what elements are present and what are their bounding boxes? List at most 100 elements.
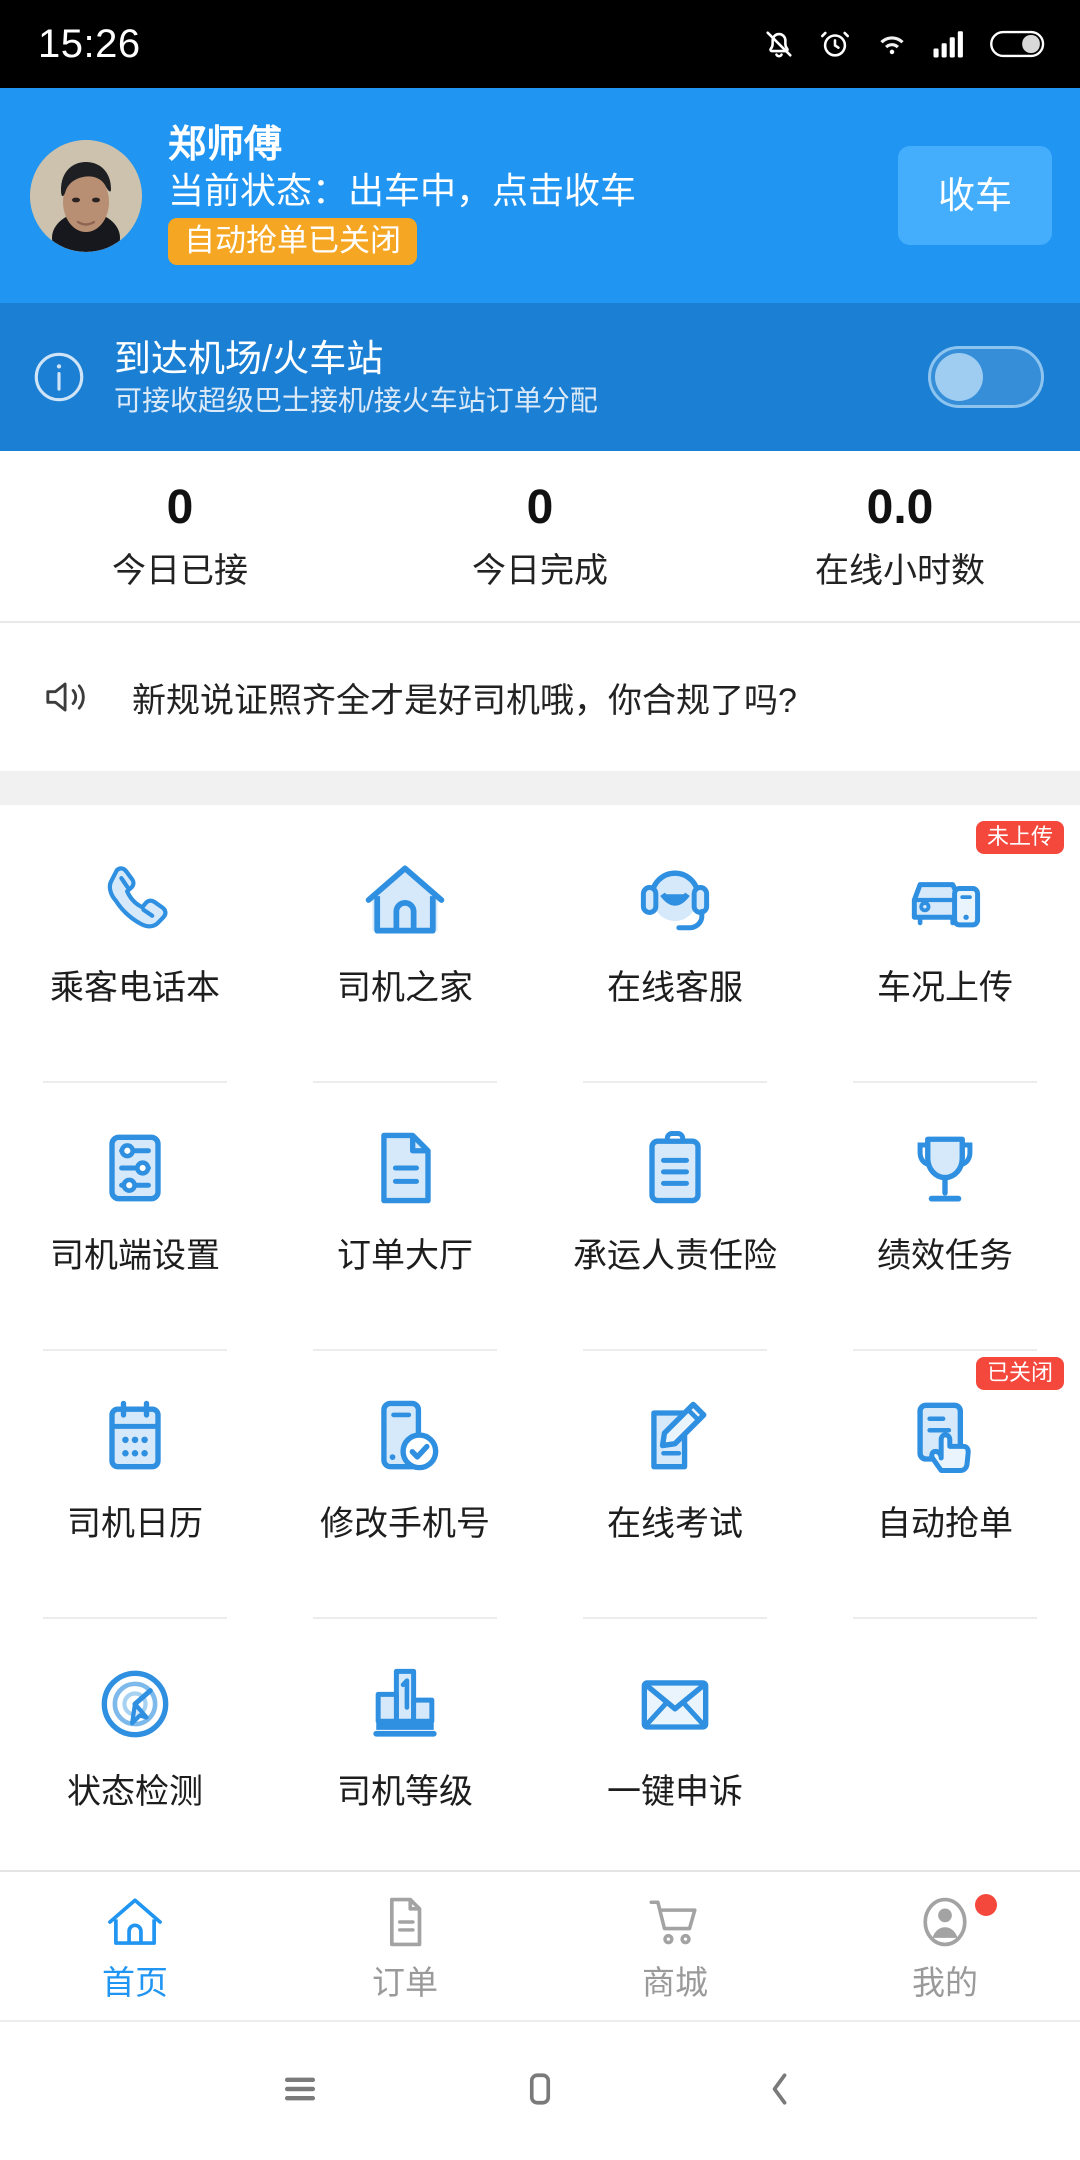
avatar-photo: [30, 139, 142, 252]
grid-item-online-service[interactable]: 在线客服: [540, 815, 810, 1083]
avatar[interactable]: [30, 139, 142, 252]
grid-item-label: 自动抢单: [877, 1505, 1013, 1543]
bell-muted-icon: [762, 27, 796, 61]
android-navigation-bar: [0, 2020, 1080, 2160]
grid-item-online-exam[interactable]: 在线考试: [540, 1351, 810, 1619]
home-icon: [359, 847, 451, 953]
driver-name: 郑师傅: [168, 124, 283, 166]
tab-label: 首页: [102, 1964, 168, 2001]
bottom-tab-bar: 首页 订单 商城 我的: [0, 1870, 1080, 2020]
grid-item-vehicle-condition-upload[interactable]: 未上传 车况上传: [810, 815, 1080, 1083]
grid-item-label: 车况上传: [877, 969, 1013, 1007]
tab-mall[interactable]: 商城: [540, 1872, 810, 2020]
stat-label: 今日已接: [112, 552, 248, 590]
recents-icon[interactable]: [278, 2067, 322, 2116]
grid-item-empty: [810, 1619, 1080, 1870]
document-icon: [373, 1893, 437, 1956]
grid-item-label: 一键申诉: [607, 1773, 743, 1811]
grid-item-label: 绩效任务: [877, 1237, 1013, 1275]
section-divider: [0, 771, 1080, 805]
grid-item-driver-level[interactable]: 司机等级: [270, 1619, 540, 1870]
notification-dot: [975, 1894, 997, 1916]
tab-orders[interactable]: 订单: [270, 1872, 540, 2020]
status-bar-icons: [762, 27, 1046, 61]
info-icon[interactable]: [28, 348, 90, 406]
grid-item-driver-home[interactable]: 司机之家: [270, 815, 540, 1083]
driver-info: 郑师傅 当前状态：出车中，点击收车 自动抢单已关闭: [168, 126, 886, 265]
calendar-icon: [89, 1383, 181, 1489]
announcement-text: 新规说证照齐全才是好司机哦，你合规了吗?: [132, 681, 797, 720]
headset-icon: [629, 847, 721, 953]
driver-status-text[interactable]: 当前状态：出车中，点击收车: [168, 173, 886, 209]
grid-item-label: 乘客电话本: [50, 969, 220, 1007]
grid-item-order-hall[interactable]: 订单大厅: [270, 1083, 540, 1351]
driver-header: 郑师傅 当前状态：出车中，点击收车 自动抢单已关闭 收车: [0, 88, 1080, 303]
back-chevron-icon[interactable]: [758, 2067, 802, 2116]
feature-grid-container: 乘客电话本 司机之家 在线客服 未上传 车况上传 司机端设置 订单大厅 承运人责…: [0, 805, 1080, 1870]
radar-touch-icon: [89, 1651, 181, 1757]
grid-item-auto-grab-order[interactable]: 已关闭 自动抢单: [810, 1351, 1080, 1619]
phone-check-icon: [359, 1383, 451, 1489]
grid-item-label: 在线客服: [607, 969, 743, 1007]
airport-order-toggle[interactable]: [928, 346, 1044, 408]
grid-item-driver-calendar[interactable]: 司机日历: [0, 1351, 270, 1619]
banner-title: 到达机场/火车站: [114, 337, 384, 379]
signal-bars-icon: [932, 29, 968, 59]
airport-station-banner: 到达机场/火车站 可接收超级巴士接机/接火车站订单分配: [0, 303, 1080, 451]
podium-icon: [359, 1651, 451, 1757]
grid-item-status-detection[interactable]: 状态检测: [0, 1619, 270, 1870]
grid-item-passenger-phonebook[interactable]: 乘客电话本: [0, 815, 270, 1083]
cart-icon: [643, 1893, 707, 1956]
edit-pencil-icon: [629, 1383, 721, 1489]
grid-item-change-phone-number[interactable]: 修改手机号: [270, 1351, 540, 1619]
grid-item-label: 司机端设置: [50, 1237, 220, 1275]
grid-item-label: 在线考试: [607, 1505, 743, 1543]
grid-item-label: 订单大厅: [337, 1237, 473, 1275]
phone-icon: [89, 847, 181, 953]
stat-label: 在线小时数: [815, 552, 985, 590]
status-badge: 未上传: [975, 821, 1064, 854]
status-badge: 已关闭: [975, 1357, 1064, 1390]
sliders-icon: [89, 1115, 181, 1221]
home-icon: [103, 1893, 167, 1956]
announcement-bar[interactable]: 新规说证照齐全才是好司机哦，你合规了吗?: [0, 623, 1080, 771]
clipboard-icon: [629, 1115, 721, 1221]
battery-icon: [990, 29, 1046, 59]
grid-item-label: 司机日历: [67, 1505, 203, 1543]
stat-value: 0: [166, 481, 194, 534]
tab-label: 订单: [372, 1964, 438, 2001]
status-bar-clock: 15:26: [38, 21, 141, 66]
grid-item-driver-settings[interactable]: 司机端设置: [0, 1083, 270, 1351]
banner-text-group: 到达机场/火车站 可接收超级巴士接机/接火车站订单分配: [114, 340, 928, 415]
car-upload-icon: [899, 847, 991, 953]
grid-item-label: 承运人责任险: [573, 1237, 777, 1275]
wifi-icon: [874, 27, 910, 61]
status-bar: 15:26: [0, 0, 1080, 88]
grid-item-carrier-liability-insurance[interactable]: 承运人责任险: [540, 1083, 810, 1351]
tap-hand-icon: [899, 1383, 991, 1489]
trophy-icon: [899, 1115, 991, 1221]
grid-item-one-click-appeal[interactable]: 一键申诉: [540, 1619, 810, 1870]
document-icon: [359, 1115, 451, 1221]
phone-screen: 15:26 郑师傅 当前状态：出车中，点击收车 自动抢单已关闭 收车 到达机场/…: [0, 0, 1080, 2160]
grid-item-label: 状态检测: [67, 1773, 203, 1811]
tab-home[interactable]: 首页: [0, 1872, 270, 2020]
stat-value: 0: [526, 481, 554, 534]
grid-item-label: 司机等级: [337, 1773, 473, 1811]
stat-value: 0.0: [866, 481, 934, 534]
stat-label: 今日完成: [472, 552, 608, 590]
banner-subtitle: 可接收超级巴士接机/接火车站订单分配: [114, 384, 598, 416]
grid-item-label: 修改手机号: [320, 1505, 490, 1543]
collect-vehicle-button[interactable]: 收车: [898, 146, 1052, 245]
home-square-icon[interactable]: [518, 2067, 562, 2116]
alarm-clock-icon: [818, 27, 852, 61]
speaker-icon: [34, 674, 100, 720]
envelope-icon: [629, 1651, 721, 1757]
stat-today-accepted: 0 今日已接: [0, 451, 360, 621]
toggle-knob: [935, 353, 983, 401]
tab-mine[interactable]: 我的: [810, 1872, 1080, 2020]
grid-item-label: 司机之家: [337, 969, 473, 1007]
tab-label: 商城: [642, 1964, 708, 2001]
grid-item-performance-task[interactable]: 绩效任务: [810, 1083, 1080, 1351]
tab-label: 我的: [912, 1964, 978, 2001]
